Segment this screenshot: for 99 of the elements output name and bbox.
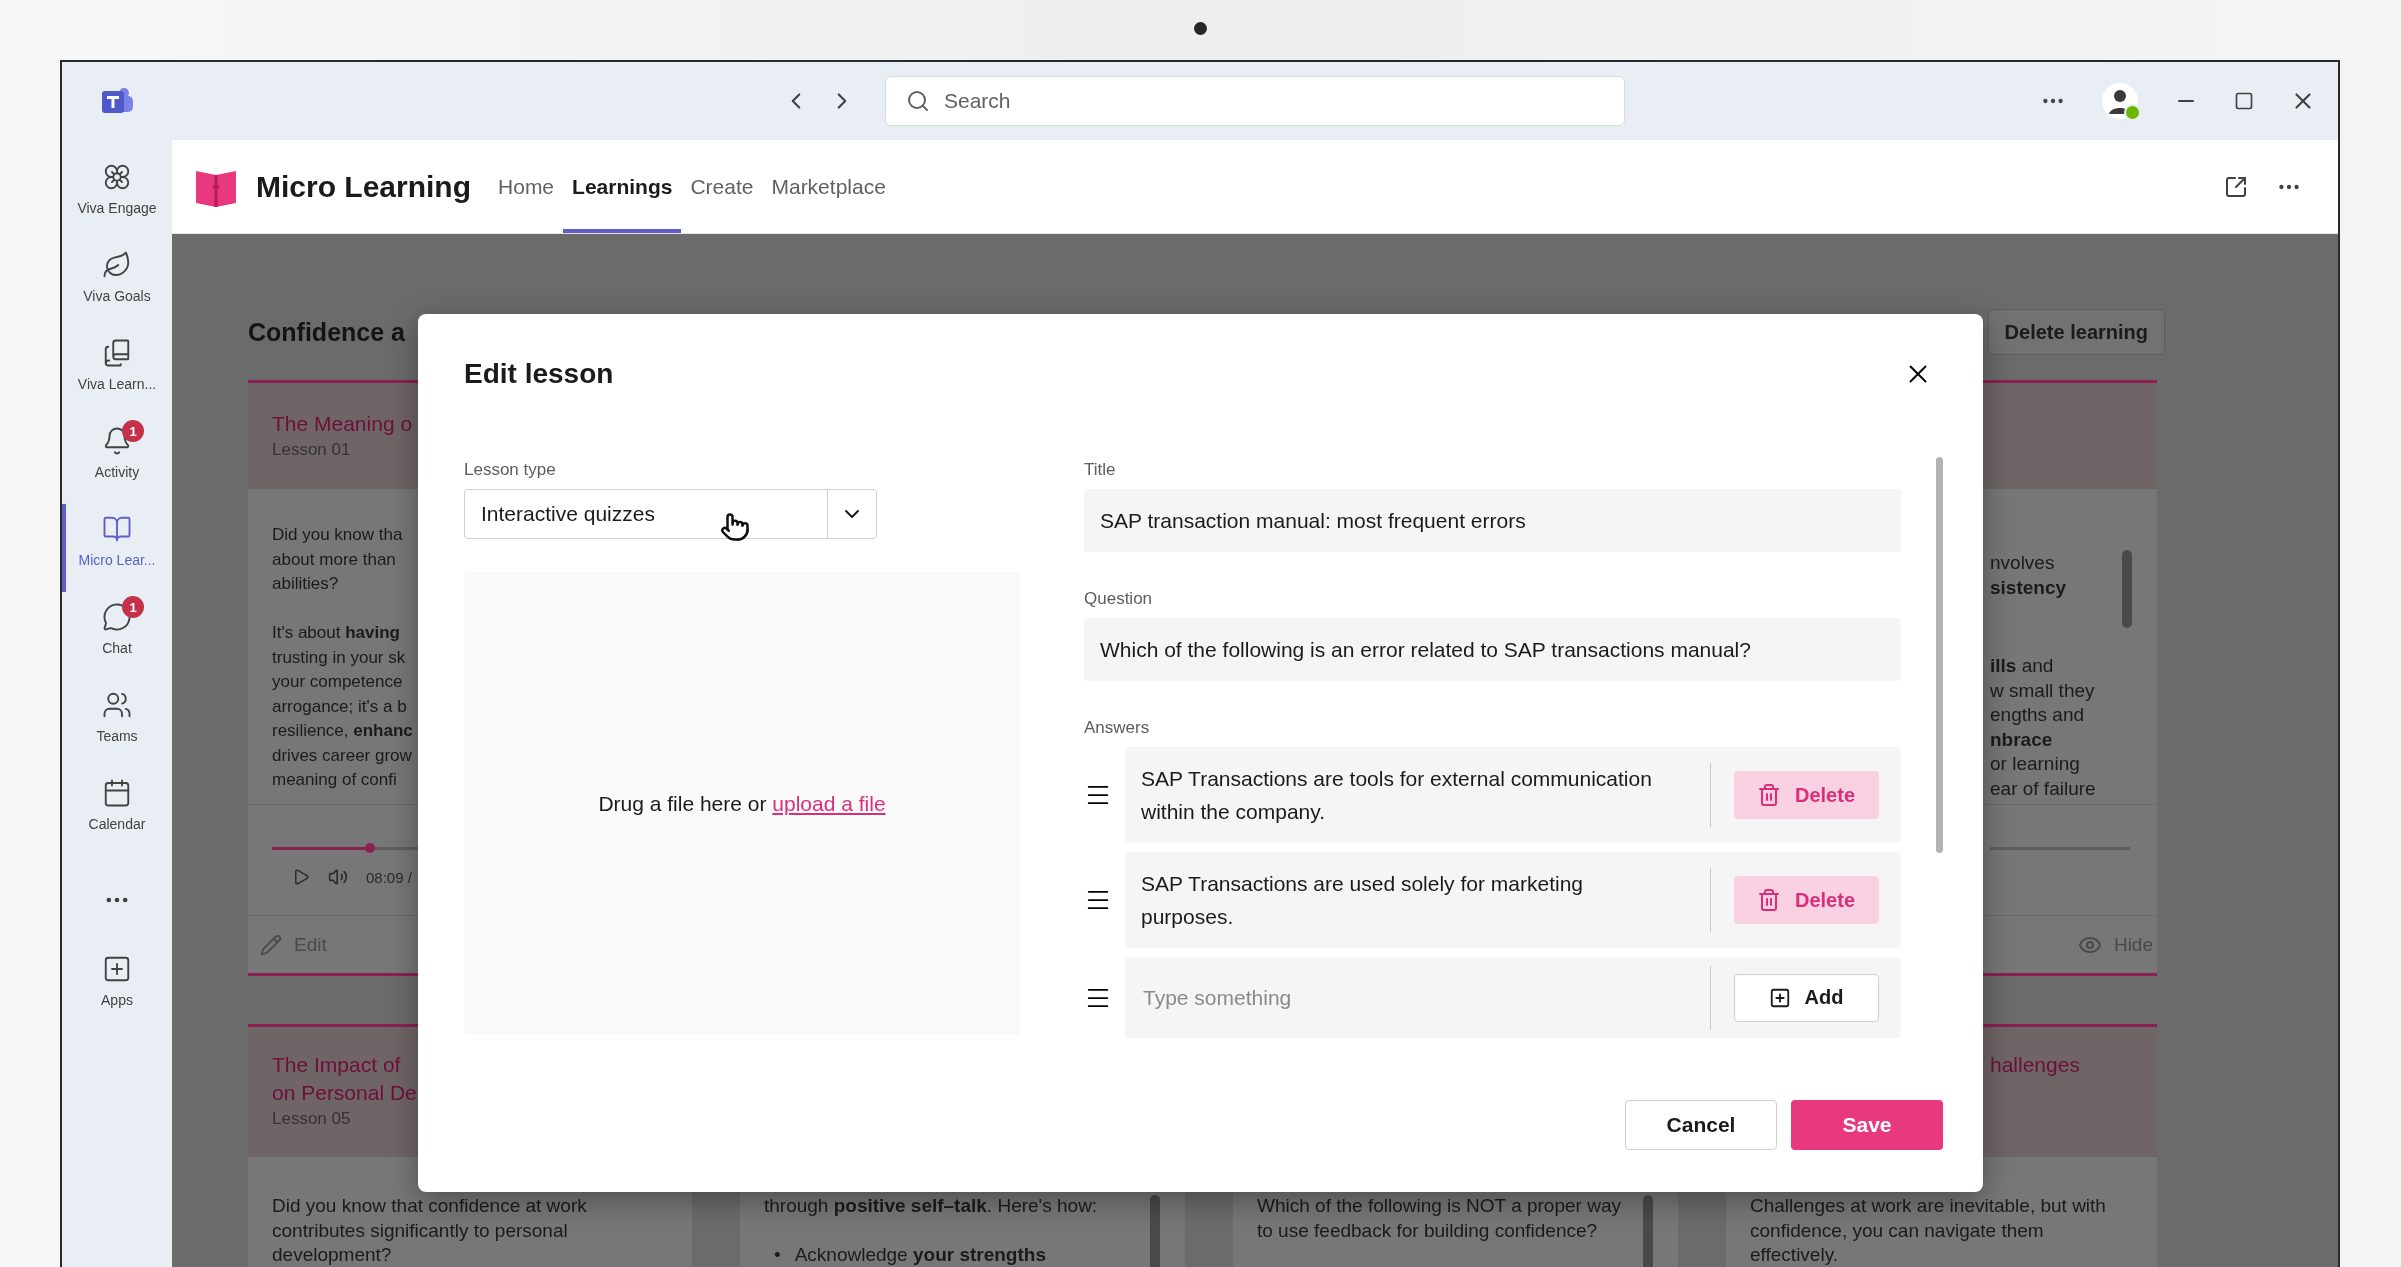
- search-field[interactable]: Search: [885, 76, 1625, 126]
- delete-learning-button[interactable]: Delete learning: [1987, 309, 2165, 355]
- search-icon: [906, 89, 930, 113]
- card-text: nbrace: [1990, 727, 2053, 752]
- card-text: trusting in your sk: [272, 646, 406, 669]
- add-button[interactable]: Add: [1733, 973, 1879, 1022]
- card-text: effectively.: [1750, 1243, 1838, 1267]
- bullet-marker: •: [774, 1243, 781, 1267]
- scrollbar[interactable]: [2122, 550, 2132, 628]
- nav-tab[interactable]: Home: [489, 140, 564, 233]
- search-input[interactable]: Search: [942, 88, 1604, 114]
- scrollbar[interactable]: [1643, 1195, 1653, 1267]
- upload-link[interactable]: upload a file: [772, 791, 886, 815]
- card-text: Did you know that confidence at work: [272, 1194, 587, 1218]
- flower-icon: [102, 162, 132, 192]
- camera-dot: [1194, 22, 1207, 35]
- bell-icon: [102, 426, 132, 456]
- card-text: ills and: [1990, 654, 2054, 678]
- card-text: w small they: [1990, 678, 2095, 703]
- question-field[interactable]: Which of the following is an error related to SAP transactions manual?: [1084, 618, 1901, 681]
- card-text: or learning: [1990, 752, 2080, 776]
- sidebar-item[interactable]: Viva Goals: [62, 240, 168, 328]
- sidebar-item[interactable]: Viva Learn...: [62, 328, 168, 416]
- answer-text: SAP Transactions are tools for external communication within the company.: [1140, 766, 1653, 825]
- bullet-text: Acknowledge your strengths: [794, 1243, 1046, 1267]
- scrollbar[interactable]: [1150, 1195, 1160, 1267]
- card-text: engths and: [1990, 703, 2085, 727]
- avatar[interactable]: [2102, 83, 2138, 119]
- field-label: Title: [1084, 459, 1117, 481]
- app-title: Micro Learning: [256, 169, 472, 204]
- card-text: your competence: [272, 671, 403, 693]
- sidebar-item[interactable]: Apps: [62, 944, 168, 1032]
- dialog-title: Edit lesson: [464, 358, 614, 390]
- answer-input[interactable]: Type something: [1141, 976, 1694, 1019]
- notification-badge: 1: [122, 420, 144, 442]
- pop-out-icon[interactable]: [2224, 174, 2248, 199]
- play-icon[interactable]: [292, 868, 310, 886]
- card-title: The Meaning o: [272, 411, 413, 437]
- card-text: sistency: [1990, 575, 2067, 600]
- slider-thumb[interactable]: [365, 843, 376, 853]
- sidebar-item[interactable]: Chat 1: [62, 592, 168, 680]
- card-text: Challenges at work are inevitable, but with: [1750, 1194, 2106, 1218]
- field-label: Question: [1084, 588, 1154, 610]
- card-title: on Personal De: [272, 1080, 417, 1106]
- audio-time: 08:09 /: [366, 868, 412, 886]
- hand-cursor-icon: [720, 512, 750, 542]
- card-text: meaning of confi: [272, 769, 397, 791]
- save-button[interactable]: Save: [1791, 1100, 1943, 1150]
- plus-square-icon: [102, 954, 132, 984]
- page-heading: Confidence a: [248, 317, 405, 347]
- card-text: confidence, you can navigate them: [1750, 1218, 2044, 1243]
- sidebar-item[interactable]: Micro Lear...: [62, 504, 168, 592]
- card-text: about more than: [272, 548, 396, 571]
- card-text: to use feedback for building confidence?: [1257, 1218, 1598, 1243]
- card-text: development?: [272, 1243, 392, 1267]
- lesson-number: Lesson 05: [272, 1108, 351, 1130]
- card-text: abilities?: [272, 573, 339, 595]
- nav-tab[interactable]: Create: [681, 140, 763, 233]
- app-logo-icon[interactable]: [100, 86, 134, 116]
- lesson-number: Lesson 01: [272, 439, 351, 461]
- book-icon: [102, 514, 132, 544]
- card-text: Which of the following is NOT a proper way: [1257, 1194, 1621, 1218]
- books-icon: [102, 338, 132, 368]
- field-label: Answers: [1084, 717, 1151, 739]
- card-text: It's about having: [272, 622, 400, 644]
- card-text: Did you know tha: [272, 524, 403, 546]
- maximize-icon[interactable]: [2234, 91, 2254, 111]
- card-text: nvolves: [1990, 551, 2055, 575]
- card-title: hallenges: [1990, 1052, 2080, 1078]
- card-text: arrogance; it's a b: [272, 695, 407, 718]
- card-text: contributes significantly to personal: [272, 1218, 568, 1243]
- trash-icon: [1757, 783, 1781, 807]
- answer-text: SAP Transactions are used solely for marketing purposes.: [1140, 871, 1584, 930]
- sidebar-item[interactable]: Activity 1: [62, 416, 168, 504]
- field-label: Lesson type: [464, 459, 557, 481]
- nav-tab[interactable]: Marketplace: [762, 140, 895, 233]
- file-dropzone[interactable]: Drug a file here or upload a file: [464, 572, 1020, 1035]
- title-field[interactable]: SAP transaction manual: most frequent errors: [1084, 489, 1901, 552]
- trash-icon: [1757, 888, 1781, 912]
- leaf-icon: [102, 250, 132, 280]
- notification-badge: 1: [122, 596, 144, 618]
- card-text: through positive self–talk. Here's how:: [764, 1194, 1098, 1218]
- new-answer-field[interactable]: Type something Add: [1125, 957, 1901, 1038]
- card-text: resilience, enhanc: [272, 720, 413, 742]
- card-text: ear of failure: [1990, 776, 2096, 801]
- card-text: drives career grow: [272, 744, 412, 767]
- card-title: The Impact of: [272, 1052, 401, 1078]
- cancel-button[interactable]: Cancel: [1625, 1100, 1777, 1150]
- scrollbar[interactable]: [1936, 457, 1943, 853]
- sidebar-item[interactable]: Teams: [62, 680, 168, 768]
- pencil-icon: [260, 933, 282, 956]
- volume-icon[interactable]: [328, 867, 348, 887]
- people-icon: [102, 690, 132, 720]
- calendar-icon: [102, 778, 132, 808]
- sidebar-item[interactable]: Viva Engage: [62, 152, 168, 240]
- plus-square-icon: [1768, 986, 1791, 1009]
- sidebar-item[interactable]: Calendar: [62, 768, 168, 856]
- dropzone-text: Drug a file here or upload a file: [598, 791, 886, 816]
- chat-icon: [102, 602, 132, 632]
